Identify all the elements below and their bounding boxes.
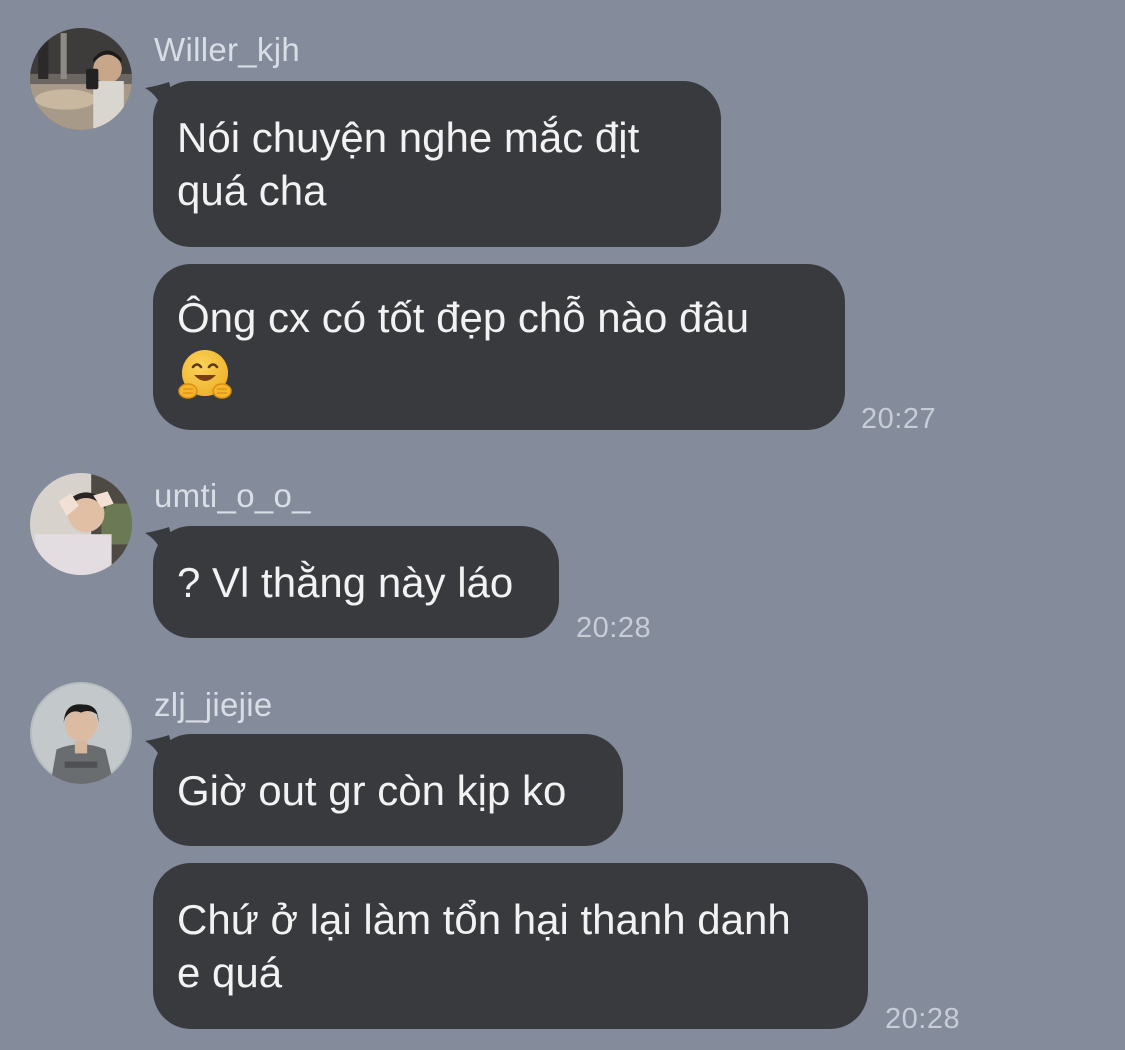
avatar[interactable] [30,28,132,130]
message-time: 20:28 [885,1003,961,1035]
message-text: Ông cx có tốt đẹp chỗ nào đâu [177,294,750,342]
message-bubble[interactable]: Nói chuyện nghe mắc địt quá cha [153,81,721,247]
message-bubble[interactable]: Giờ out gr còn kịp ko [153,734,623,846]
user-avatar-umti-icon [30,473,132,575]
message-text: quá cha [177,167,327,214]
message-text: Giờ out gr còn kịp ko [177,766,567,814]
sender-name: zlj_jiejie [154,686,273,723]
user-avatar-willer-icon [30,28,132,130]
user-avatar-zlj-icon [30,682,132,784]
message-bubble[interactable]: Ông cx có tốt đẹp chỗ nào đâu [153,264,845,430]
avatar[interactable] [30,473,132,575]
message-text: Nói chuyện nghe mắc địt [177,114,640,161]
message-bubble[interactable]: ? Vl thằng này láo [153,526,559,638]
hugging-face-emoji-icon [178,349,232,399]
message-text: e quá [177,949,283,996]
message-text: Chứ ở lại làm tổn hại thanh danh [177,896,791,943]
message-text: ? Vl thằng này láo [177,558,514,606]
sender-name: Willer_kjh [154,31,301,68]
message-bubble[interactable]: Chứ ở lại làm tổn hại thanh danh e quá [153,863,868,1029]
message-time: 20:28 [576,612,652,644]
sender-name: umti_o_o_ [154,477,311,514]
emoji-line [177,344,821,403]
message-time: 20:27 [861,403,937,435]
avatar[interactable] [30,682,132,784]
